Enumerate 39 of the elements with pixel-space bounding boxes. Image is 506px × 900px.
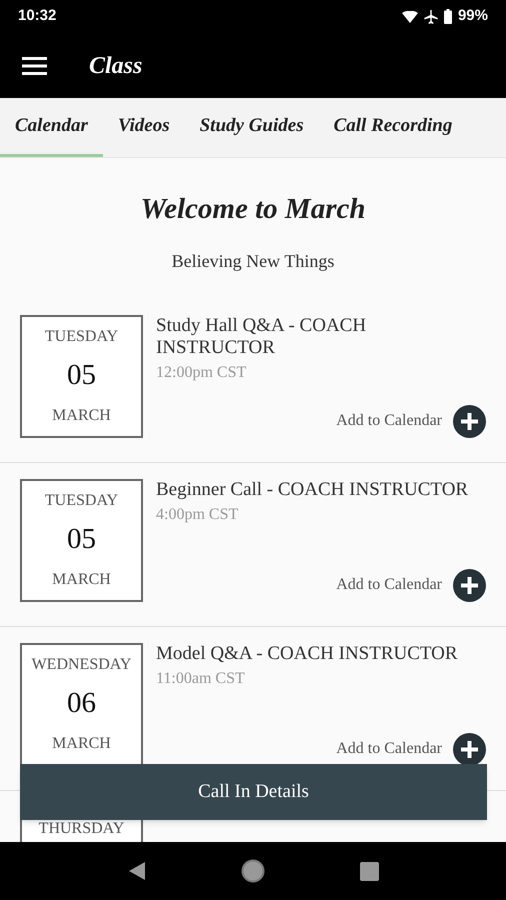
day-number: 06 — [67, 686, 96, 722]
weekday: THURSDAY — [38, 818, 124, 838]
add-to-calendar-link[interactable]: Add to Calendar — [336, 573, 442, 597]
wifi-icon — [402, 10, 418, 22]
tab[interactable]: Study Guides — [184, 98, 319, 157]
menu-icon[interactable] — [22, 56, 47, 74]
recents-icon[interactable] — [360, 862, 379, 880]
day-number: 05 — [67, 358, 96, 394]
month: MARCH — [52, 570, 111, 590]
weekday: TUESDAY — [44, 490, 118, 510]
weekday: TUESDAY — [44, 326, 118, 346]
status-time: 10:32 — [18, 6, 56, 26]
month: MARCH — [52, 734, 111, 754]
add-to-calendar-link[interactable]: Add to Calendar — [336, 737, 442, 761]
battery-percent: 99% — [458, 6, 488, 26]
home-icon[interactable] — [241, 859, 266, 883]
plus-icon[interactable] — [453, 732, 486, 766]
tab[interactable]: Calendar — [0, 98, 103, 157]
add-to-calendar-link[interactable]: Add to Calendar — [336, 409, 442, 433]
plus-icon[interactable] — [453, 404, 486, 438]
call-in-details-button[interactable]: Call In Details — [20, 764, 487, 820]
event-time: 4:00pm CST — [156, 504, 240, 524]
page-subtitle: Believing New Things — [170, 250, 336, 273]
airplane-icon — [424, 10, 438, 24]
back-icon[interactable] — [127, 861, 148, 881]
month: MARCH — [52, 406, 111, 426]
plus-icon[interactable] — [453, 568, 486, 602]
battery-icon — [444, 9, 452, 24]
tab[interactable]: Videos — [102, 98, 185, 157]
page-heading: Welcome to March — [140, 192, 366, 227]
event-time: 11:00am CST — [156, 668, 246, 688]
weekday: WEDNESDAY — [32, 654, 132, 674]
tab[interactable]: Call Recording — [318, 98, 468, 157]
event-title: Beginner Call - COACH INSTRUCTOR — [156, 478, 470, 500]
event-time: 12:00pm CST — [156, 362, 248, 382]
event-title: Model Q&A - COACH INSTRUCTOR — [156, 642, 459, 664]
app-title: Class — [89, 52, 142, 80]
day-number: 05 — [67, 522, 96, 558]
event-title: Study Hall Q&A - COACH INSTRUCTOR — [156, 314, 368, 358]
